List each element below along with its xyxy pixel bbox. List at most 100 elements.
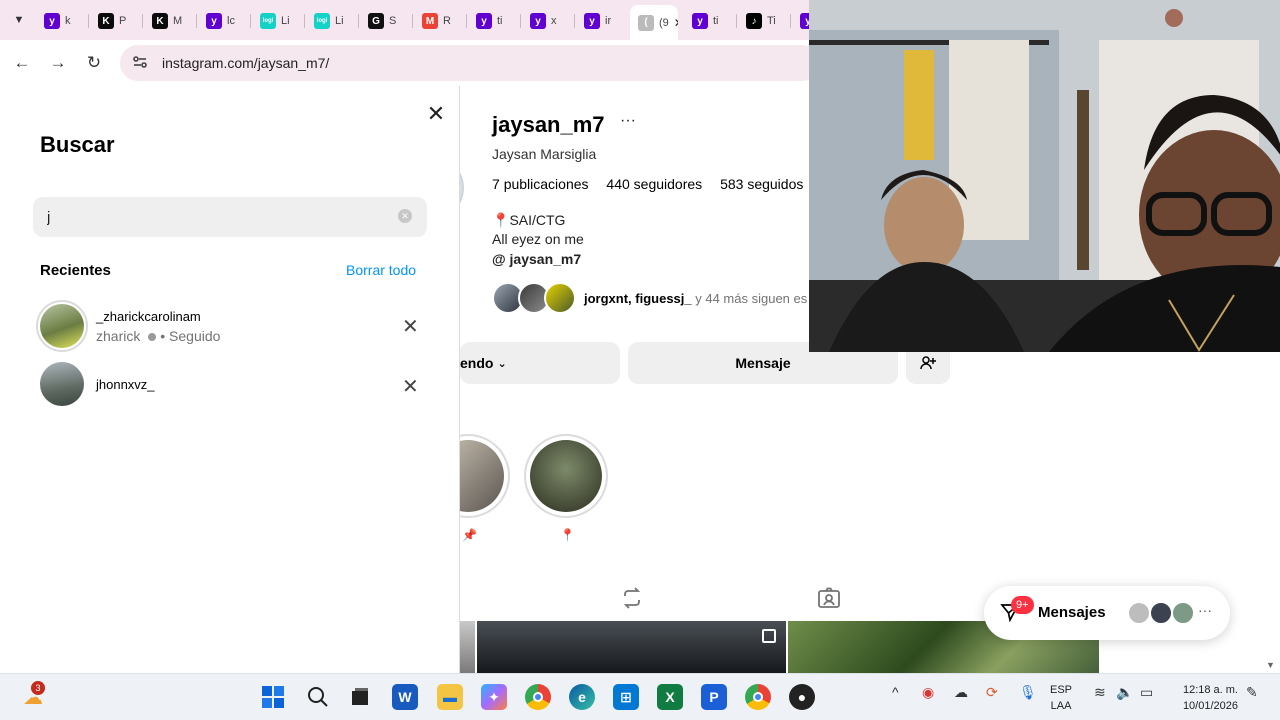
tab-separator xyxy=(466,14,467,28)
remove-recent-icon[interactable]: ✕ xyxy=(402,374,419,399)
tab-favicon-icon: G xyxy=(368,13,384,29)
tab-favicon-icon: y xyxy=(692,13,708,29)
recent-search-item[interactable]: jhonnxvz_ ✕ xyxy=(40,362,428,414)
close-icon[interactable]: ✕ xyxy=(424,101,448,126)
tab-title: ti xyxy=(497,15,503,27)
clear-search-icon[interactable]: ✕ xyxy=(398,209,412,223)
avatar xyxy=(36,300,88,352)
tab-separator xyxy=(196,14,197,28)
onedrive-icon[interactable]: ☁ xyxy=(954,684,968,701)
search-icon[interactable] xyxy=(305,684,331,710)
app-p-icon[interactable]: P xyxy=(701,684,727,710)
tab-favicon-icon: y xyxy=(44,13,60,29)
volume-icon[interactable]: 🔈 xyxy=(1116,684,1133,701)
wifi-icon[interactable]: ≋ xyxy=(1094,684,1106,701)
browser-tab[interactable]: ((9 ✕ xyxy=(630,5,678,40)
show-hidden-icons[interactable]: ^ xyxy=(892,684,899,700)
search-panel: ✕ Buscar ✕ Recientes Borrar todo _zharic… xyxy=(0,86,460,673)
browser-tab[interactable]: GS xyxy=(360,8,410,34)
language-indicator[interactable]: ESP LAA xyxy=(1050,682,1072,714)
scroll-down-icon[interactable]: ▼ xyxy=(1266,660,1275,670)
dot-icon xyxy=(148,333,157,341)
more-icon[interactable]: ··· xyxy=(1198,602,1212,618)
messages-pill[interactable]: 9+ Mensajes ··· xyxy=(984,586,1230,640)
file-explorer-icon[interactable]: ▬ xyxy=(437,684,463,710)
clock[interactable]: 12:18 a. m. 10/01/2026 xyxy=(1170,682,1238,714)
tab-search-chevron-icon[interactable]: ▼ xyxy=(8,9,30,31)
browser-tab[interactable]: logi Li xyxy=(252,8,302,34)
threads-link[interactable]: @ jaysan_m7 xyxy=(492,251,581,267)
followers-count[interactable]: 440 seguidores xyxy=(606,176,702,192)
notifications-icon[interactable]: ✎ xyxy=(1246,684,1258,701)
browser-tab[interactable]: y ti xyxy=(684,8,734,34)
avatar xyxy=(1150,602,1172,624)
browser-tab[interactable]: ♪ Ti xyxy=(738,8,788,34)
tab-title: Li xyxy=(335,15,344,27)
forward-arrow-icon[interactable]: → xyxy=(46,51,70,75)
tray-app-icon[interactable]: ◉ xyxy=(922,684,934,701)
profile-stats: 7 publicaciones 440 seguidores 583 segui… xyxy=(492,176,810,192)
site-settings-icon[interactable] xyxy=(132,54,148,73)
recent-search-item[interactable]: _zharickcarolinam zharick • Seguido ✕ xyxy=(36,300,428,352)
reload-icon[interactable]: ↻ xyxy=(82,51,106,75)
windows-start-icon[interactable] xyxy=(260,684,286,710)
browser-tab[interactable]: y lc xyxy=(198,8,248,34)
post-thumbnail[interactable] xyxy=(477,621,786,673)
profile-username: jaysan_m7 xyxy=(492,112,605,137)
address-bar[interactable]: instagram.com/jaysan_m7/ xyxy=(120,45,820,81)
taskbar: ☁ 3 W ▬ ✦ e ⊞ X P ● ^ ◉ ☁ ⟳ 🎙 ESP LAA ≋ … xyxy=(0,673,1280,720)
tab-title: R xyxy=(443,15,451,27)
tab-separator xyxy=(574,14,575,28)
profile-options-icon[interactable]: ··· xyxy=(620,112,636,130)
followed-by[interactable]: jorgxnt, figuessj_ y 44 más siguen es xyxy=(492,282,807,314)
reposts-tab-icon[interactable] xyxy=(620,586,644,610)
posts-count: 7 publicaciones xyxy=(492,176,589,192)
task-view-icon[interactable] xyxy=(347,684,373,710)
browser-tab[interactable]: KM xyxy=(144,8,194,34)
profile-avatar[interactable] xyxy=(460,156,464,220)
chrome-profile-icon[interactable] xyxy=(745,684,771,710)
edge-icon[interactable]: e xyxy=(569,684,595,710)
chevron-down-icon: ⌄ xyxy=(497,357,507,370)
followed-by-text: jorgxnt, figuessj_ y 44 más siguen es xyxy=(584,290,808,306)
unread-badge: 9+ xyxy=(1011,596,1034,614)
browser-tab[interactable]: yk xyxy=(36,8,86,34)
tab-separator xyxy=(358,14,359,28)
clear-all-link[interactable]: Borrar todo xyxy=(346,262,416,278)
excel-icon[interactable]: X xyxy=(657,684,683,710)
recent-username: jhonnxvz_ xyxy=(96,377,155,392)
back-arrow-icon[interactable]: ← xyxy=(10,51,34,75)
avatar xyxy=(40,362,84,406)
browser-tab[interactable]: yx xyxy=(522,8,572,34)
post-thumbnail[interactable] xyxy=(460,621,475,673)
obs-icon[interactable]: ● xyxy=(789,684,815,710)
chrome-icon[interactable] xyxy=(525,684,551,710)
browser-tab[interactable]: MR xyxy=(414,8,464,34)
tab-title: S xyxy=(389,15,397,27)
follower-avatar xyxy=(544,282,576,314)
browser-tab-strip: ▼ ykKPKMylclogiLilogiLiGSMRytiyxyir((9✕y… xyxy=(0,0,816,40)
browser-tab[interactable]: y ir xyxy=(576,8,626,34)
tab-favicon-icon: y xyxy=(584,13,600,29)
browser-tab[interactable]: logi Li xyxy=(306,8,356,34)
bio-location: 📍SAI/CTG xyxy=(492,212,566,228)
recent-subtitle: zharick • Seguido xyxy=(96,328,221,344)
browser-tab[interactable]: KP xyxy=(90,8,140,34)
remove-recent-icon[interactable]: ✕ xyxy=(402,314,419,339)
microphone-icon[interactable]: 🎙 xyxy=(1019,684,1037,701)
story-highlight[interactable] xyxy=(524,434,608,518)
copilot-icon[interactable]: ✦ xyxy=(481,684,507,710)
browser-tab[interactable]: y ti xyxy=(468,8,518,34)
search-input[interactable] xyxy=(33,197,427,237)
close-tab-icon[interactable]: ✕ xyxy=(674,16,678,30)
threads-icon: @ xyxy=(492,251,506,267)
tab-separator xyxy=(736,14,737,28)
word-icon[interactable]: W xyxy=(392,684,418,710)
search-title: Buscar xyxy=(40,132,115,157)
sync-icon[interactable]: ⟳ xyxy=(986,684,998,701)
battery-icon[interactable]: ▭ xyxy=(1140,684,1153,701)
store-icon[interactable]: ⊞ xyxy=(613,684,639,710)
following-count[interactable]: 583 seguidos xyxy=(720,176,803,192)
tagged-tab-icon[interactable] xyxy=(817,586,841,610)
following-button[interactable]: endo ⌄ xyxy=(460,342,620,384)
